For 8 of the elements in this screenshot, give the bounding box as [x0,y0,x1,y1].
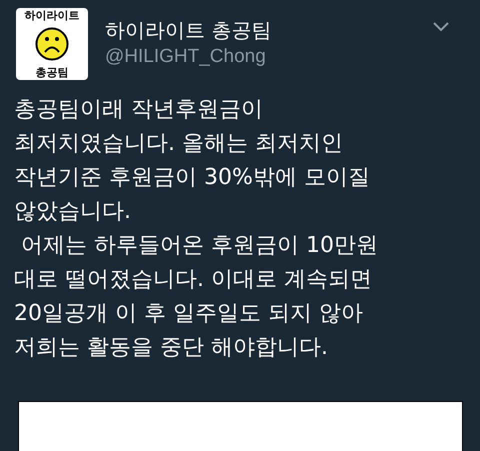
author-handle[interactable]: @HILIGHT_Chong [105,43,272,71]
chevron-down-icon[interactable] [433,22,449,32]
avatar-text: 총공팀 [36,67,68,78]
avatar-text: 하이라이트 [24,10,80,21]
sad-face-icon [35,27,69,61]
tweet-text: 총공팀이래 작년후원금이 최저치였습니다. 올해는 최저치인 작년기준 후원금이 30%밖에 모이질 않았습니다. 어제는 하루들어온 후원금이 10만원 대로 떨어졌습니다. 이대로 계속되면 20일공개 이 후 일주일도 되지 않아 저희는 활동을 중단 해야합니다. [13,96,379,362]
author-name[interactable]: 하이라이트 총공팀 [105,17,272,43]
image-card[interactable] [18,401,463,451]
